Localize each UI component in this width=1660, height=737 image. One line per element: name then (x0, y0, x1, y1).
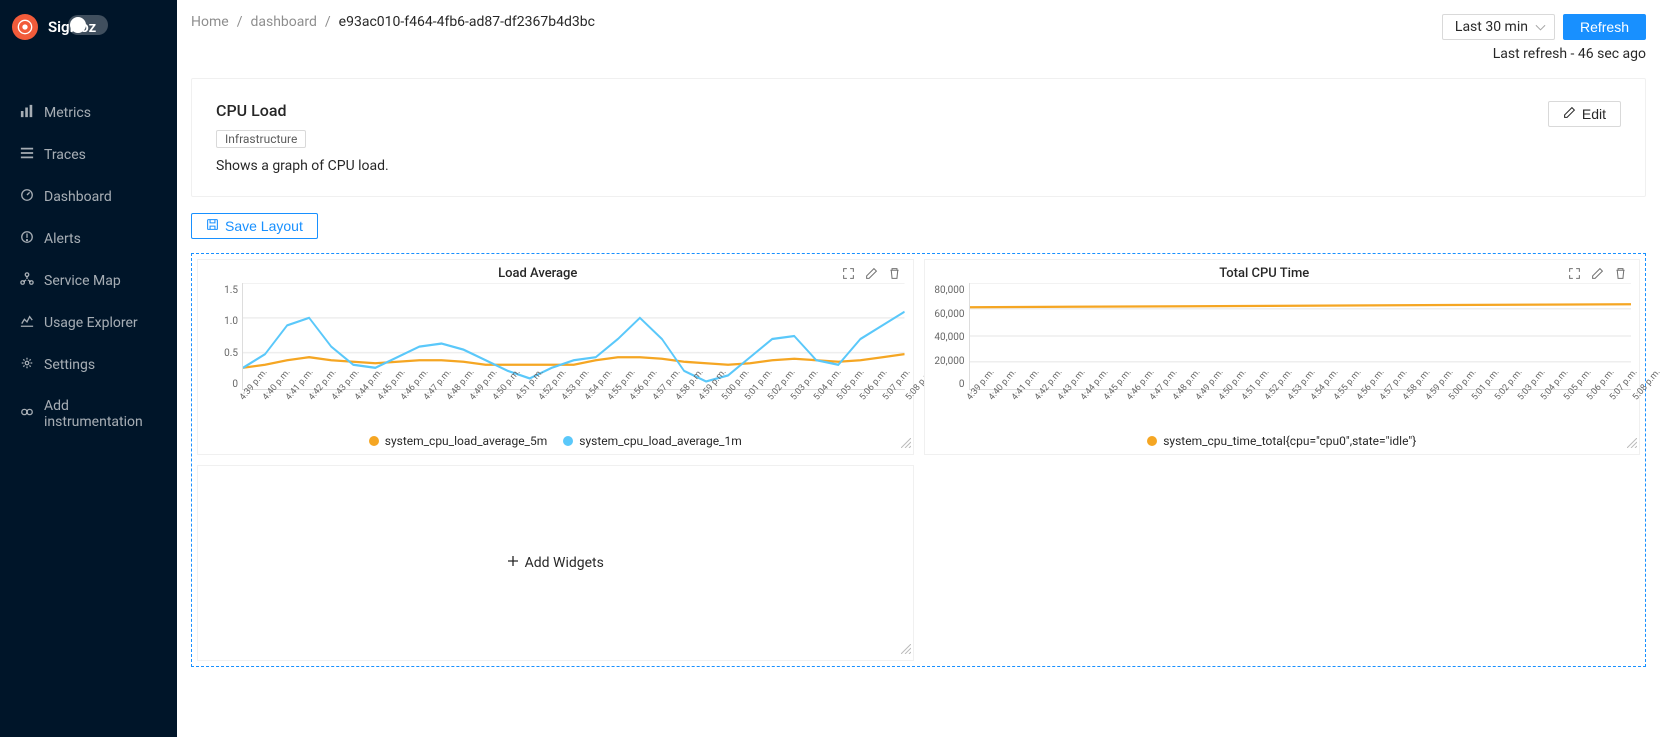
theme-toggle[interactable] (68, 15, 108, 35)
sidebar-item-dashboard[interactable]: Dashboard (0, 176, 177, 218)
plus-icon (507, 555, 519, 571)
main-content: Home / dashboard / e93ac010-f464-4fb6-ad… (177, 0, 1660, 737)
chart-x-axis: 4:39 p.m.4:40 p.m.4:41 p.m.4:42 p.m.4:43… (925, 394, 1640, 432)
empty-widget-slot: Add Widgets (197, 465, 914, 661)
refresh-button[interactable]: Refresh (1563, 14, 1646, 40)
dashboard-info-card: CPU Load Infrastructure Shows a graph of… (191, 78, 1646, 197)
chart-canvas (242, 283, 905, 390)
chart-y-axis: 80,000 60,000 40,000 20,000 0 (933, 283, 969, 390)
sidebar-nav: Metrics Traces Dashboard Alerts Service … (0, 92, 177, 442)
sidebar-item-label: Service Map (44, 273, 121, 289)
sidebar-item-service-map[interactable]: Service Map (0, 260, 177, 302)
delete-icon[interactable] (888, 267, 901, 280)
edit-icon[interactable] (1591, 267, 1604, 280)
logo-icon (12, 14, 38, 40)
save-icon (206, 218, 219, 234)
sidebar-item-label: Usage Explorer (44, 315, 138, 331)
widget-grid: Load Average 1.5 1.0 0.5 0 (191, 253, 1646, 667)
menu-icon (20, 146, 34, 164)
breadcrumb-dashboard[interactable]: dashboard (250, 14, 316, 30)
alert-icon (20, 230, 34, 248)
add-widgets-label: Add Widgets (525, 555, 604, 571)
sidebar-item-label: Settings (44, 357, 95, 373)
add-widgets-button[interactable]: Add Widgets (507, 555, 604, 571)
breadcrumb-current: e93ac010-f464-4fb6-ad87-df2367b4d3bc (339, 14, 595, 30)
edit-button[interactable]: Edit (1548, 101, 1621, 127)
sidebar-item-label: Alerts (44, 231, 81, 247)
time-range-select[interactable]: Last 30 min (1442, 14, 1555, 40)
delete-icon[interactable] (1614, 267, 1627, 280)
sidebar-item-alerts[interactable]: Alerts (0, 218, 177, 260)
widget-title: Load Average (234, 266, 842, 281)
breadcrumb-separator: / (237, 14, 243, 30)
chart-legend: system_cpu_load_average_5m system_cpu_lo… (198, 432, 913, 454)
gear-icon (20, 356, 34, 374)
chart-y-axis: 1.5 1.0 0.5 0 (206, 283, 242, 390)
legend-swatch-icon (369, 436, 379, 446)
resize-handle[interactable] (1627, 436, 1637, 452)
legend-item: system_cpu_time_total{cpu="cpu0",state="… (1147, 434, 1416, 448)
sidebar-item-label: Add instrumentation (44, 398, 157, 430)
sidebar-item-usage-explorer[interactable]: Usage Explorer (0, 302, 177, 344)
save-layout-label: Save Layout (225, 218, 303, 234)
dashboard-tag: Infrastructure (216, 130, 306, 148)
time-range-value: Last 30 min (1455, 19, 1528, 35)
sidebar-item-label: Dashboard (44, 189, 112, 205)
breadcrumb: Home / dashboard / e93ac010-f464-4fb6-ad… (191, 14, 595, 30)
edit-label: Edit (1582, 106, 1606, 122)
chart-x-axis: 4:39 p.m.4:40 p.m.4:41 p.m.4:42 p.m.4:43… (198, 394, 913, 432)
sidebar-item-metrics[interactable]: Metrics (0, 92, 177, 134)
edit-icon[interactable] (865, 267, 878, 280)
sidebar-item-traces[interactable]: Traces (0, 134, 177, 176)
sidebar-item-settings[interactable]: Settings (0, 344, 177, 386)
save-layout-button[interactable]: Save Layout (191, 213, 318, 239)
chart-canvas (969, 283, 1632, 390)
chart-legend: system_cpu_time_total{cpu="cpu0",state="… (925, 432, 1640, 454)
legend-item: system_cpu_load_average_1m (563, 434, 742, 448)
edit-icon (1563, 106, 1576, 122)
widget-title: Total CPU Time (961, 266, 1569, 281)
dashboard-icon (20, 188, 34, 206)
sidebar-item-label: Traces (44, 147, 86, 163)
breadcrumb-separator: / (325, 14, 331, 30)
sidebar: SigNoz Metrics Traces Dashboard Alerts S… (0, 0, 177, 737)
deployment-icon (20, 272, 34, 290)
fullscreen-icon[interactable] (842, 267, 855, 280)
widget-load-average: Load Average 1.5 1.0 0.5 0 (197, 259, 914, 455)
dashboard-description: Shows a graph of CPU load. (216, 158, 389, 174)
breadcrumb-home[interactable]: Home (191, 14, 229, 30)
legend-swatch-icon (1147, 436, 1157, 446)
widget-total-cpu-time: Total CPU Time 80,000 60,000 40,000 20,0… (924, 259, 1641, 455)
legend-swatch-icon (563, 436, 573, 446)
resize-handle[interactable] (901, 642, 911, 658)
api-icon (20, 405, 34, 423)
resize-handle[interactable] (901, 436, 911, 452)
sidebar-item-label: Metrics (44, 105, 91, 121)
legend-item: system_cpu_load_average_5m (369, 434, 548, 448)
line-chart-icon (20, 314, 34, 332)
sidebar-item-add-instrumentation[interactable]: Add instrumentation (0, 386, 177, 442)
last-refresh-text: Last refresh - 46 sec ago (1493, 46, 1646, 62)
dashboard-title: CPU Load (216, 101, 389, 120)
bar-chart-icon (20, 104, 34, 122)
fullscreen-icon[interactable] (1568, 267, 1581, 280)
